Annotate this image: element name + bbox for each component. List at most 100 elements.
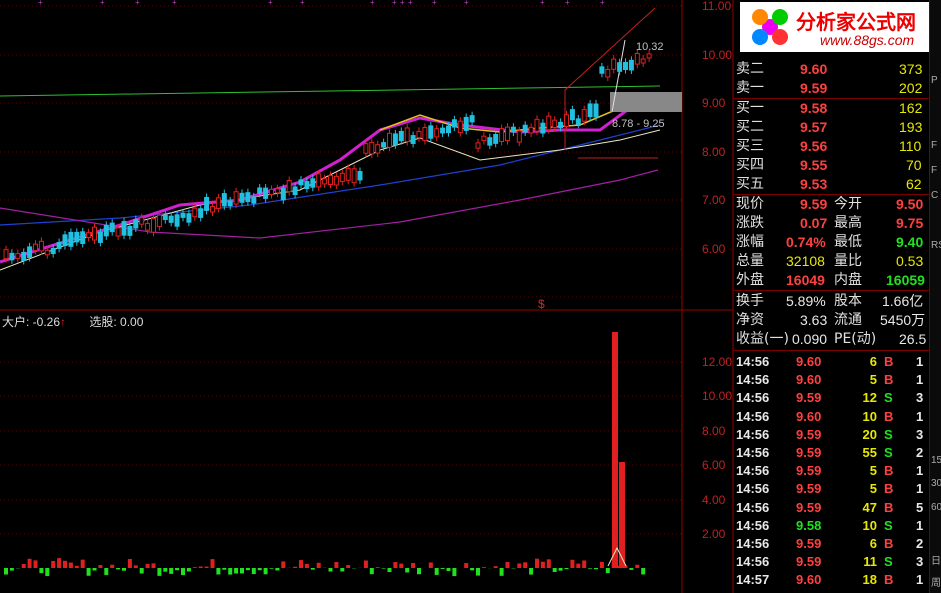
indicator-bar bbox=[582, 560, 587, 568]
candle-body bbox=[528, 126, 534, 134]
svg-text:+: + bbox=[370, 0, 375, 7]
indicator-bar bbox=[169, 568, 174, 574]
candle-body bbox=[381, 142, 387, 148]
candle-body bbox=[38, 240, 44, 252]
indicator-bar bbox=[269, 568, 274, 569]
candle-body bbox=[80, 231, 86, 245]
indicator-bar bbox=[74, 565, 79, 568]
candle-body bbox=[86, 232, 92, 238]
svg-text:+: + bbox=[600, 0, 605, 7]
candle-body bbox=[304, 181, 310, 190]
indicator-bar bbox=[157, 568, 162, 576]
indicator-bar bbox=[299, 560, 303, 568]
svg-text:+: + bbox=[268, 0, 273, 7]
indicator-bar bbox=[470, 568, 475, 571]
side-item: 15 bbox=[931, 455, 941, 466]
candle-body bbox=[422, 126, 428, 142]
price-tick: 11.00 bbox=[702, 0, 731, 13]
candle-body bbox=[92, 226, 97, 241]
vol-tick: 8.00 bbox=[702, 424, 726, 438]
indicator-bar bbox=[21, 564, 26, 568]
indicator-bar bbox=[588, 568, 593, 569]
indicator-bar bbox=[558, 568, 563, 571]
candle-body bbox=[233, 191, 239, 205]
indicator-bar bbox=[452, 568, 457, 577]
candle-body bbox=[156, 214, 162, 228]
indicator-bar bbox=[310, 568, 315, 570]
indicator-bar bbox=[387, 568, 392, 573]
candle-body bbox=[180, 212, 186, 218]
tick-row: 14:56 9.60 10 B 1 bbox=[736, 408, 924, 424]
indicator-bar bbox=[4, 568, 8, 575]
indicator-bar bbox=[599, 561, 604, 568]
indicator-bar bbox=[9, 568, 14, 571]
svg-text:+: + bbox=[432, 0, 437, 7]
tick-row: 14:56 9.59 12 S 3 bbox=[736, 390, 924, 406]
candle-body bbox=[564, 114, 569, 127]
indicator-bar bbox=[393, 562, 398, 568]
candle-body bbox=[245, 192, 251, 203]
indicator-bar bbox=[605, 568, 610, 574]
side-item: RS bbox=[931, 240, 941, 251]
candle-body bbox=[599, 66, 605, 74]
price-tick: 10.00 bbox=[702, 48, 732, 62]
indicator-bar bbox=[86, 568, 91, 576]
candle-body bbox=[198, 208, 204, 218]
candle-body bbox=[103, 224, 109, 237]
candle-body bbox=[469, 115, 475, 123]
indicator-bar bbox=[540, 561, 545, 568]
candle-body bbox=[481, 135, 487, 141]
side-item: F bbox=[931, 140, 938, 151]
candle-body bbox=[50, 247, 56, 255]
candle-body bbox=[227, 200, 233, 207]
indicator-bar bbox=[375, 567, 380, 568]
indicator-bar bbox=[204, 566, 209, 568]
candle-body bbox=[162, 214, 168, 221]
candle-body bbox=[505, 126, 510, 142]
candle-body bbox=[21, 251, 27, 262]
candle-body bbox=[174, 214, 180, 227]
svg-text:+: + bbox=[38, 0, 43, 7]
candle-body bbox=[534, 118, 540, 132]
candle-body bbox=[569, 109, 575, 121]
indicator-bar bbox=[104, 568, 109, 575]
indicator-bar bbox=[446, 568, 451, 571]
indicator-bar bbox=[63, 560, 67, 568]
indicator-bar bbox=[535, 558, 539, 568]
candle-body bbox=[446, 125, 451, 134]
quote-row: 现价 9.59 今开 9.50 bbox=[736, 196, 924, 212]
bid-row: 买二 9.57 193 bbox=[736, 119, 923, 135]
indicator-bar bbox=[369, 568, 374, 575]
candle-body bbox=[440, 127, 446, 134]
tick-row: 14:56 9.59 20 S 3 bbox=[736, 426, 924, 442]
ask-row: 卖二 9.60 373 bbox=[736, 61, 923, 77]
candle-body bbox=[558, 121, 564, 129]
candle-body bbox=[139, 217, 145, 225]
indicator-bar bbox=[464, 563, 469, 568]
indicator-bar bbox=[411, 562, 416, 568]
bid-row: 买三 9.56 110 bbox=[736, 138, 922, 154]
candle-body bbox=[392, 133, 398, 146]
candle-body bbox=[15, 253, 21, 259]
candle-body bbox=[145, 222, 151, 231]
indicator-name: 大户: -0.26 bbox=[2, 315, 61, 329]
tick-row: 14:56 9.60 5 B 1 bbox=[736, 372, 924, 388]
indicator-label: 大户: -0.26↑ 选股: 0.00 bbox=[2, 313, 143, 330]
candle-body bbox=[611, 58, 617, 70]
indicator-bar bbox=[192, 567, 197, 568]
indicator-bar bbox=[293, 566, 298, 568]
side-toolbar[interactable]: P F F C RS 15 30 60 日 周 bbox=[929, 0, 941, 593]
svg-text:+: + bbox=[540, 0, 545, 7]
candle-body bbox=[522, 124, 528, 133]
indicator-bar bbox=[245, 568, 250, 571]
candle-body bbox=[345, 167, 351, 181]
candle-body bbox=[263, 187, 269, 199]
indicator-bar bbox=[39, 568, 44, 574]
candle-body bbox=[221, 193, 227, 207]
indicator-bar bbox=[316, 562, 321, 568]
vol-tick: 4.00 bbox=[702, 493, 726, 507]
candle-body bbox=[428, 125, 434, 139]
quote-row: 净资 3.63 流通 5450万 bbox=[736, 312, 926, 328]
candle-body bbox=[97, 231, 103, 243]
marker-symbol: $ bbox=[538, 297, 545, 311]
